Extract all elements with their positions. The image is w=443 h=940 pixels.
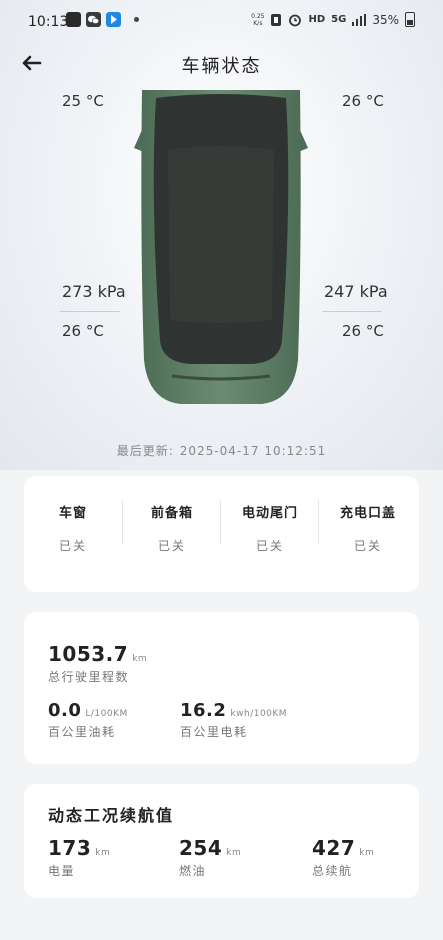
nfc-icon bbox=[271, 13, 282, 26]
tailgate-status: 电动尾门 已关 bbox=[241, 506, 298, 553]
window-status: 车窗 已关 bbox=[58, 506, 87, 553]
more-notifications-dot-icon bbox=[134, 17, 139, 22]
status-bar: 10:13 0.25 K/s HD 5G 35% bbox=[0, 0, 443, 40]
hd-indicator: HD bbox=[308, 14, 326, 25]
wechat-icon bbox=[86, 12, 101, 27]
total-mileage: 1053.7 km 总行驶里程数 bbox=[48, 642, 148, 684]
network-speed: 0.25 K/s bbox=[251, 12, 265, 27]
front-left-tire-temp: 25 °C bbox=[62, 92, 104, 110]
charge-port-status: 充电口盖 已关 bbox=[339, 506, 396, 553]
network-type: 5G bbox=[331, 14, 347, 25]
last-update-time: 最后更新: 2025-04-17 10:12:51 bbox=[116, 444, 327, 458]
divider bbox=[60, 311, 120, 312]
notification-icons bbox=[66, 12, 139, 27]
rear-left-tire-pressure: 273 kPa bbox=[62, 282, 126, 301]
rear-right-tire-temp: 26 °C bbox=[342, 322, 384, 340]
battery-icon bbox=[405, 12, 415, 27]
status-right: 0.25 K/s HD 5G 35% bbox=[251, 12, 415, 27]
electric-range: 173 km 电量 bbox=[48, 836, 111, 878]
range-title: 动态工况续航值 bbox=[48, 806, 175, 825]
openings-card: 车窗 已关 前备箱 已关 电动尾门 已关 充电口盖 已关 bbox=[24, 476, 419, 592]
fuel-consumption: 0.0 L/100KM 百公里油耗 bbox=[48, 700, 128, 739]
total-range: 427 km 总续航 bbox=[312, 836, 375, 878]
battery-percent: 35% bbox=[372, 12, 399, 27]
mileage-card: 1053.7 km 总行驶里程数 0.0 L/100KM 百公里油耗 16.2 kwh… bbox=[24, 612, 419, 764]
page-title: 车辆状态 bbox=[181, 56, 262, 77]
front-right-tire-temp: 26 °C bbox=[342, 92, 384, 110]
navigation-app-icon bbox=[106, 12, 121, 27]
divider bbox=[322, 311, 382, 312]
power-consumption: 16.2 kwh/100KM 百公里电耗 bbox=[180, 700, 288, 739]
alarm-icon bbox=[289, 14, 302, 26]
range-card: 动态工况续航值 173 km 电量 254 km 燃油 427 km 总续航 bbox=[24, 784, 419, 898]
fuel-range: 254 km 燃油 bbox=[179, 836, 242, 878]
car-top-view-image bbox=[134, 90, 308, 404]
status-time: 10:13 bbox=[28, 14, 69, 30]
rear-left-tire-temp: 26 °C bbox=[62, 322, 104, 340]
frunk-status: 前备箱 已关 bbox=[150, 506, 193, 553]
rear-right-tire-pressure: 247 kPa bbox=[324, 282, 388, 301]
app-notification-icon bbox=[66, 12, 81, 27]
signal-icon bbox=[352, 13, 367, 26]
